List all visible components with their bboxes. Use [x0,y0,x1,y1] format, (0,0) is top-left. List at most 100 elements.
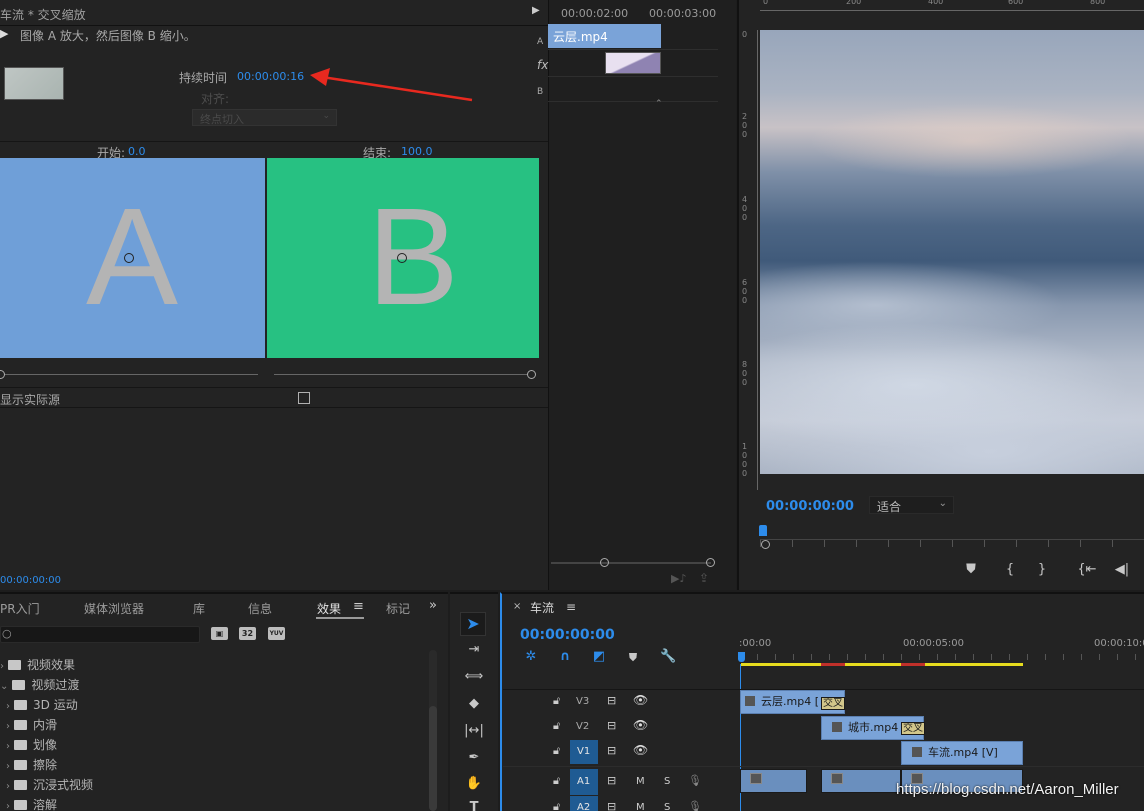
hand-tool-icon[interactable]: ✋ [464,776,484,792]
tab-info[interactable]: 信息 [248,600,272,617]
tree-item-dissolve[interactable]: › 溶解 [6,796,57,811]
scroll-handle[interactable] [706,558,715,567]
tab-media-browser[interactable]: 媒体浏览器 [84,600,144,617]
expand-arrow-icon[interactable]: ▶ [532,5,540,16]
track-select-tool-icon[interactable]: ⇥ [464,642,484,658]
pen-tool-icon[interactable]: ✒ [464,750,484,766]
sync-lock-icon[interactable]: ⊟ [607,719,616,732]
scrollbar-thumb[interactable] [429,706,437,811]
playhead[interactable] [738,652,745,662]
mute-button[interactable]: M [636,776,645,787]
wrench-icon[interactable]: 🔧 [660,649,676,665]
export-icon[interactable]: ⇪ [699,571,709,585]
close-icon[interactable]: × [513,601,521,612]
tree-item-video-effects[interactable]: › 视频效果 [0,656,75,673]
mark-in-icon[interactable]: { [1002,562,1018,578]
selection-tool-icon[interactable]: ➤ [460,612,486,636]
sync-lock-icon[interactable]: ⊟ [607,800,616,811]
solo-button[interactable]: S [664,802,670,811]
center-point-handle[interactable] [397,253,407,263]
lock-icon[interactable]: 🔓︎ [553,719,560,733]
track-label[interactable]: V3 [576,696,589,707]
filter-audio-icon[interactable]: ▶♪ [671,572,686,585]
scroll-handle[interactable] [761,540,770,549]
mini-zoom-scrollbar[interactable] [551,557,716,569]
lock-icon[interactable]: 🔓︎ [553,800,560,811]
snap-icon[interactable]: ∩ [556,649,574,665]
linked-selection-icon[interactable]: ◩ [590,649,608,665]
audio-clip[interactable] [740,769,807,793]
start-slider[interactable] [0,369,258,379]
sequence-tab-title[interactable]: 车流 [530,599,554,616]
yuv-effects-icon[interactable]: YUV [268,627,285,640]
tree-item-iris[interactable]: › 划像 [6,736,57,753]
play-transition-icon[interactable]: ▶ [0,27,8,40]
tab-markers[interactable]: 标记 [386,600,410,617]
ripple-edit-tool-icon[interactable]: ⟺ [464,669,484,685]
nest-toggle-icon[interactable]: ✲ [522,649,540,665]
track-label[interactable]: V2 [576,721,589,732]
clip-cheliu[interactable]: 车流.mp4 [V] [901,741,1023,765]
tree-item-immersive-video[interactable]: › 沉浸式视频 [6,776,93,793]
microphone-icon[interactable]: 🎙︎ [688,800,702,811]
fit-select[interactable]: 适合 ⌄ [869,496,954,514]
center-point-handle[interactable] [124,253,134,263]
align-select[interactable]: 终点切入 ⌄ [192,109,337,126]
program-scrubber[interactable] [759,525,1144,550]
program-video-frame[interactable] [760,30,1144,474]
track-label[interactable]: A2 [577,802,590,811]
effects-search-input[interactable]: ○ [0,626,200,643]
microphone-icon[interactable]: 🎙︎ [688,774,702,787]
program-timecode[interactable]: 00:00:00:00 [766,499,854,514]
tree-item-slide[interactable]: › 内滑 [6,716,57,733]
mini-transition-block[interactable] [605,52,661,74]
lock-icon[interactable]: 🔓︎ [553,694,560,708]
tab-pr-intro[interactable]: PR入门 [0,600,40,617]
end-value[interactable]: 100.0 [401,145,433,158]
timeline-ruler[interactable]: :00:00 00:00:05:00 00:00:10:0 [738,632,1144,668]
end-slider-thumb[interactable] [527,370,536,379]
audio-clip[interactable] [821,769,901,793]
playhead[interactable] [759,525,767,536]
tree-item-video-transitions[interactable]: ⌄ 视频过渡 [0,676,79,693]
eye-icon[interactable]: 👁︎ [633,693,648,707]
more-tabs-icon[interactable]: » [429,598,437,613]
preview-b[interactable]: B [267,158,539,358]
razor-tool-icon[interactable]: ◆ [464,696,484,712]
sync-lock-icon[interactable]: ⊟ [607,694,616,707]
slip-tool-icon[interactable]: |↔| [462,723,486,739]
add-marker-icon[interactable]: ⛊ [963,562,979,578]
track-label[interactable]: A1 [577,776,590,787]
tree-item-wipe[interactable]: › 擦除 [6,756,57,773]
add-marker-icon[interactable]: ⛊ [625,650,641,666]
mini-clip[interactable]: 云层.mp4 [548,24,661,48]
duration-value[interactable]: 00:00:00:16 [237,70,304,83]
sequence-timecode[interactable]: 00:00:00:00 [520,627,615,643]
collapse-icon[interactable]: ⌃ [655,99,663,109]
lock-icon[interactable]: 🔓︎ [553,774,560,788]
sync-lock-icon[interactable]: ⊟ [607,744,616,757]
solo-button[interactable]: S [664,776,670,787]
accelerated-effects-icon[interactable]: ▣ [211,627,228,640]
tab-effects[interactable]: 效果 [317,600,341,617]
preview-a[interactable]: A [0,158,265,358]
lock-icon[interactable]: 🔓︎ [553,744,560,758]
eye-icon[interactable]: 👁︎ [633,743,648,757]
transition-cross-zoom[interactable]: 交叉 [821,697,845,710]
step-back-icon[interactable]: ◀| [1112,562,1132,578]
mark-out-icon[interactable]: } [1034,562,1050,578]
tab-menu-icon[interactable]: ≡ [566,600,576,614]
transition-cross-zoom[interactable]: 交叉 [901,722,925,735]
end-slider[interactable] [274,369,539,379]
scroll-handle[interactable] [600,558,609,567]
show-source-checkbox[interactable] [298,392,310,404]
track-label[interactable]: V1 [577,746,590,757]
effect-controls-timecode[interactable]: 00:00:00:00 [0,575,61,586]
sync-lock-icon[interactable]: ⊟ [607,774,616,787]
eye-icon[interactable]: 👁︎ [633,718,648,732]
tree-item-3d-motion[interactable]: › 3D 运动 [6,696,78,713]
tab-library[interactable]: 库 [193,600,205,617]
go-to-in-icon[interactable]: {⇤ [1077,562,1097,578]
start-value[interactable]: 0.0 [128,145,146,158]
type-tool-icon[interactable]: T [464,800,484,811]
